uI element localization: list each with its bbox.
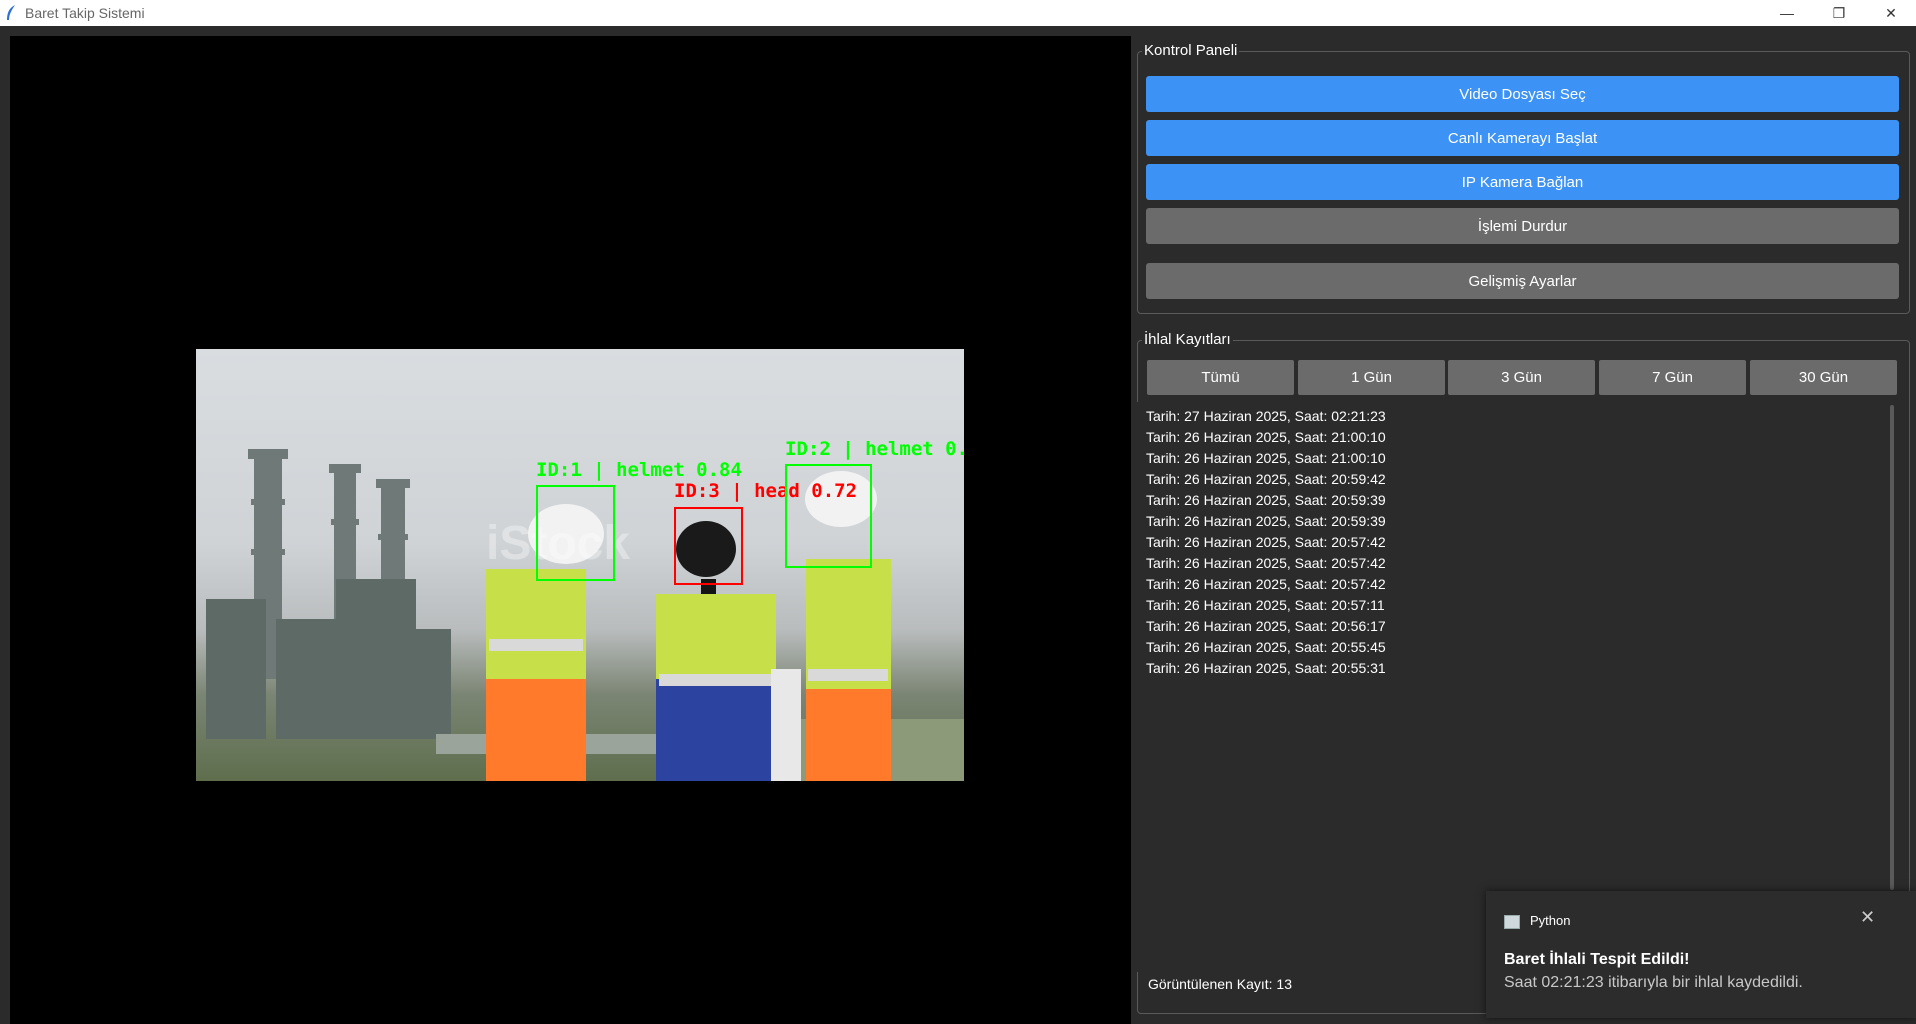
list-item[interactable]: Tarih: 26 Haziran 2025, Saat: 20:55:45 [1146,639,1386,655]
minimize-button[interactable]: — [1764,0,1810,26]
toast-notification[interactable]: Python ✕ Baret İhlali Tespit Edildi! Saa… [1486,891,1916,1018]
list-item[interactable]: Tarih: 26 Haziran 2025, Saat: 20:57:11 [1146,597,1385,613]
list-item[interactable]: Tarih: 26 Haziran 2025, Saat: 21:00:10 [1146,450,1386,466]
toast-heading: Baret İhlali Tespit Edildi! [1504,951,1690,968]
feather-icon [7,5,15,20]
select-video-button[interactable]: Video Dosyası Seç [1146,76,1899,112]
list-scrollbar[interactable] [1890,405,1894,890]
list-item[interactable]: Tarih: 26 Haziran 2025, Saat: 21:00:10 [1146,429,1386,445]
tab-30-days[interactable]: 30 Gün [1750,360,1897,395]
video-display: iStock ID:1 | helmet 0.84 ID:3 | head 0.… [10,36,1131,1024]
toast-close-icon[interactable]: ✕ [1860,907,1875,928]
control-panel-title: Kontrol Paneli [1142,42,1240,59]
close-window-button[interactable]: ✕ [1868,0,1914,26]
start-camera-button[interactable]: Canlı Kamerayı Başlat [1146,120,1899,156]
list-item[interactable]: Tarih: 26 Haziran 2025, Saat: 20:55:31 [1146,660,1386,676]
tab-7-days[interactable]: 7 Gün [1599,360,1746,395]
tab-1-day[interactable]: 1 Gün [1298,360,1445,395]
violation-list[interactable]: Tarih: 27 Haziran 2025, Saat: 02:21:23 T… [1137,402,1891,972]
restore-button[interactable]: ❐ [1816,0,1862,26]
list-item[interactable]: Tarih: 26 Haziran 2025, Saat: 20:57:42 [1146,534,1386,550]
list-item[interactable]: Tarih: 26 Haziran 2025, Saat: 20:56:17 [1146,618,1386,634]
list-item[interactable]: Tarih: 26 Haziran 2025, Saat: 20:57:42 [1146,576,1386,592]
record-count: Görüntülenen Kayıt: 13 [1148,976,1292,992]
detection-box-1 [536,485,615,581]
violations-title: İhlal Kayıtları [1142,331,1233,348]
toast-app-name: Python [1530,913,1571,928]
connect-ip-camera-button[interactable]: IP Kamera Bağlan [1146,164,1899,200]
detection-box-3 [674,507,743,585]
stop-button[interactable]: İşlemi Durdur [1146,208,1899,244]
tab-all[interactable]: Tümü [1147,360,1294,395]
video-frame: iStock ID:1 | helmet 0.84 ID:3 | head 0.… [196,349,964,781]
list-item[interactable]: Tarih: 27 Haziran 2025, Saat: 02:21:23 [1146,408,1386,424]
list-item[interactable]: Tarih: 26 Haziran 2025, Saat: 20:59:42 [1146,471,1386,487]
list-item[interactable]: Tarih: 26 Haziran 2025, Saat: 20:57:42 [1146,555,1386,571]
title-bar: Baret Takip Sistemi — ❐ ✕ [0,0,1916,26]
detection-label-1: ID:1 | helmet 0.84 [536,459,742,481]
list-item[interactable]: Tarih: 26 Haziran 2025, Saat: 20:59:39 [1146,513,1386,529]
toast-body: Saat 02:21:23 itibarıyla bir ihlal kayde… [1504,974,1803,991]
window-title: Baret Takip Sistemi [25,5,145,21]
detection-label-2: ID:2 | helmet 0.85 [785,438,964,460]
list-item[interactable]: Tarih: 26 Haziran 2025, Saat: 20:59:39 [1146,492,1386,508]
advanced-settings-button[interactable]: Gelişmiş Ayarlar [1146,263,1899,299]
tab-3-days[interactable]: 3 Gün [1448,360,1595,395]
detection-box-2 [785,464,872,568]
python-app-icon [1504,915,1520,929]
